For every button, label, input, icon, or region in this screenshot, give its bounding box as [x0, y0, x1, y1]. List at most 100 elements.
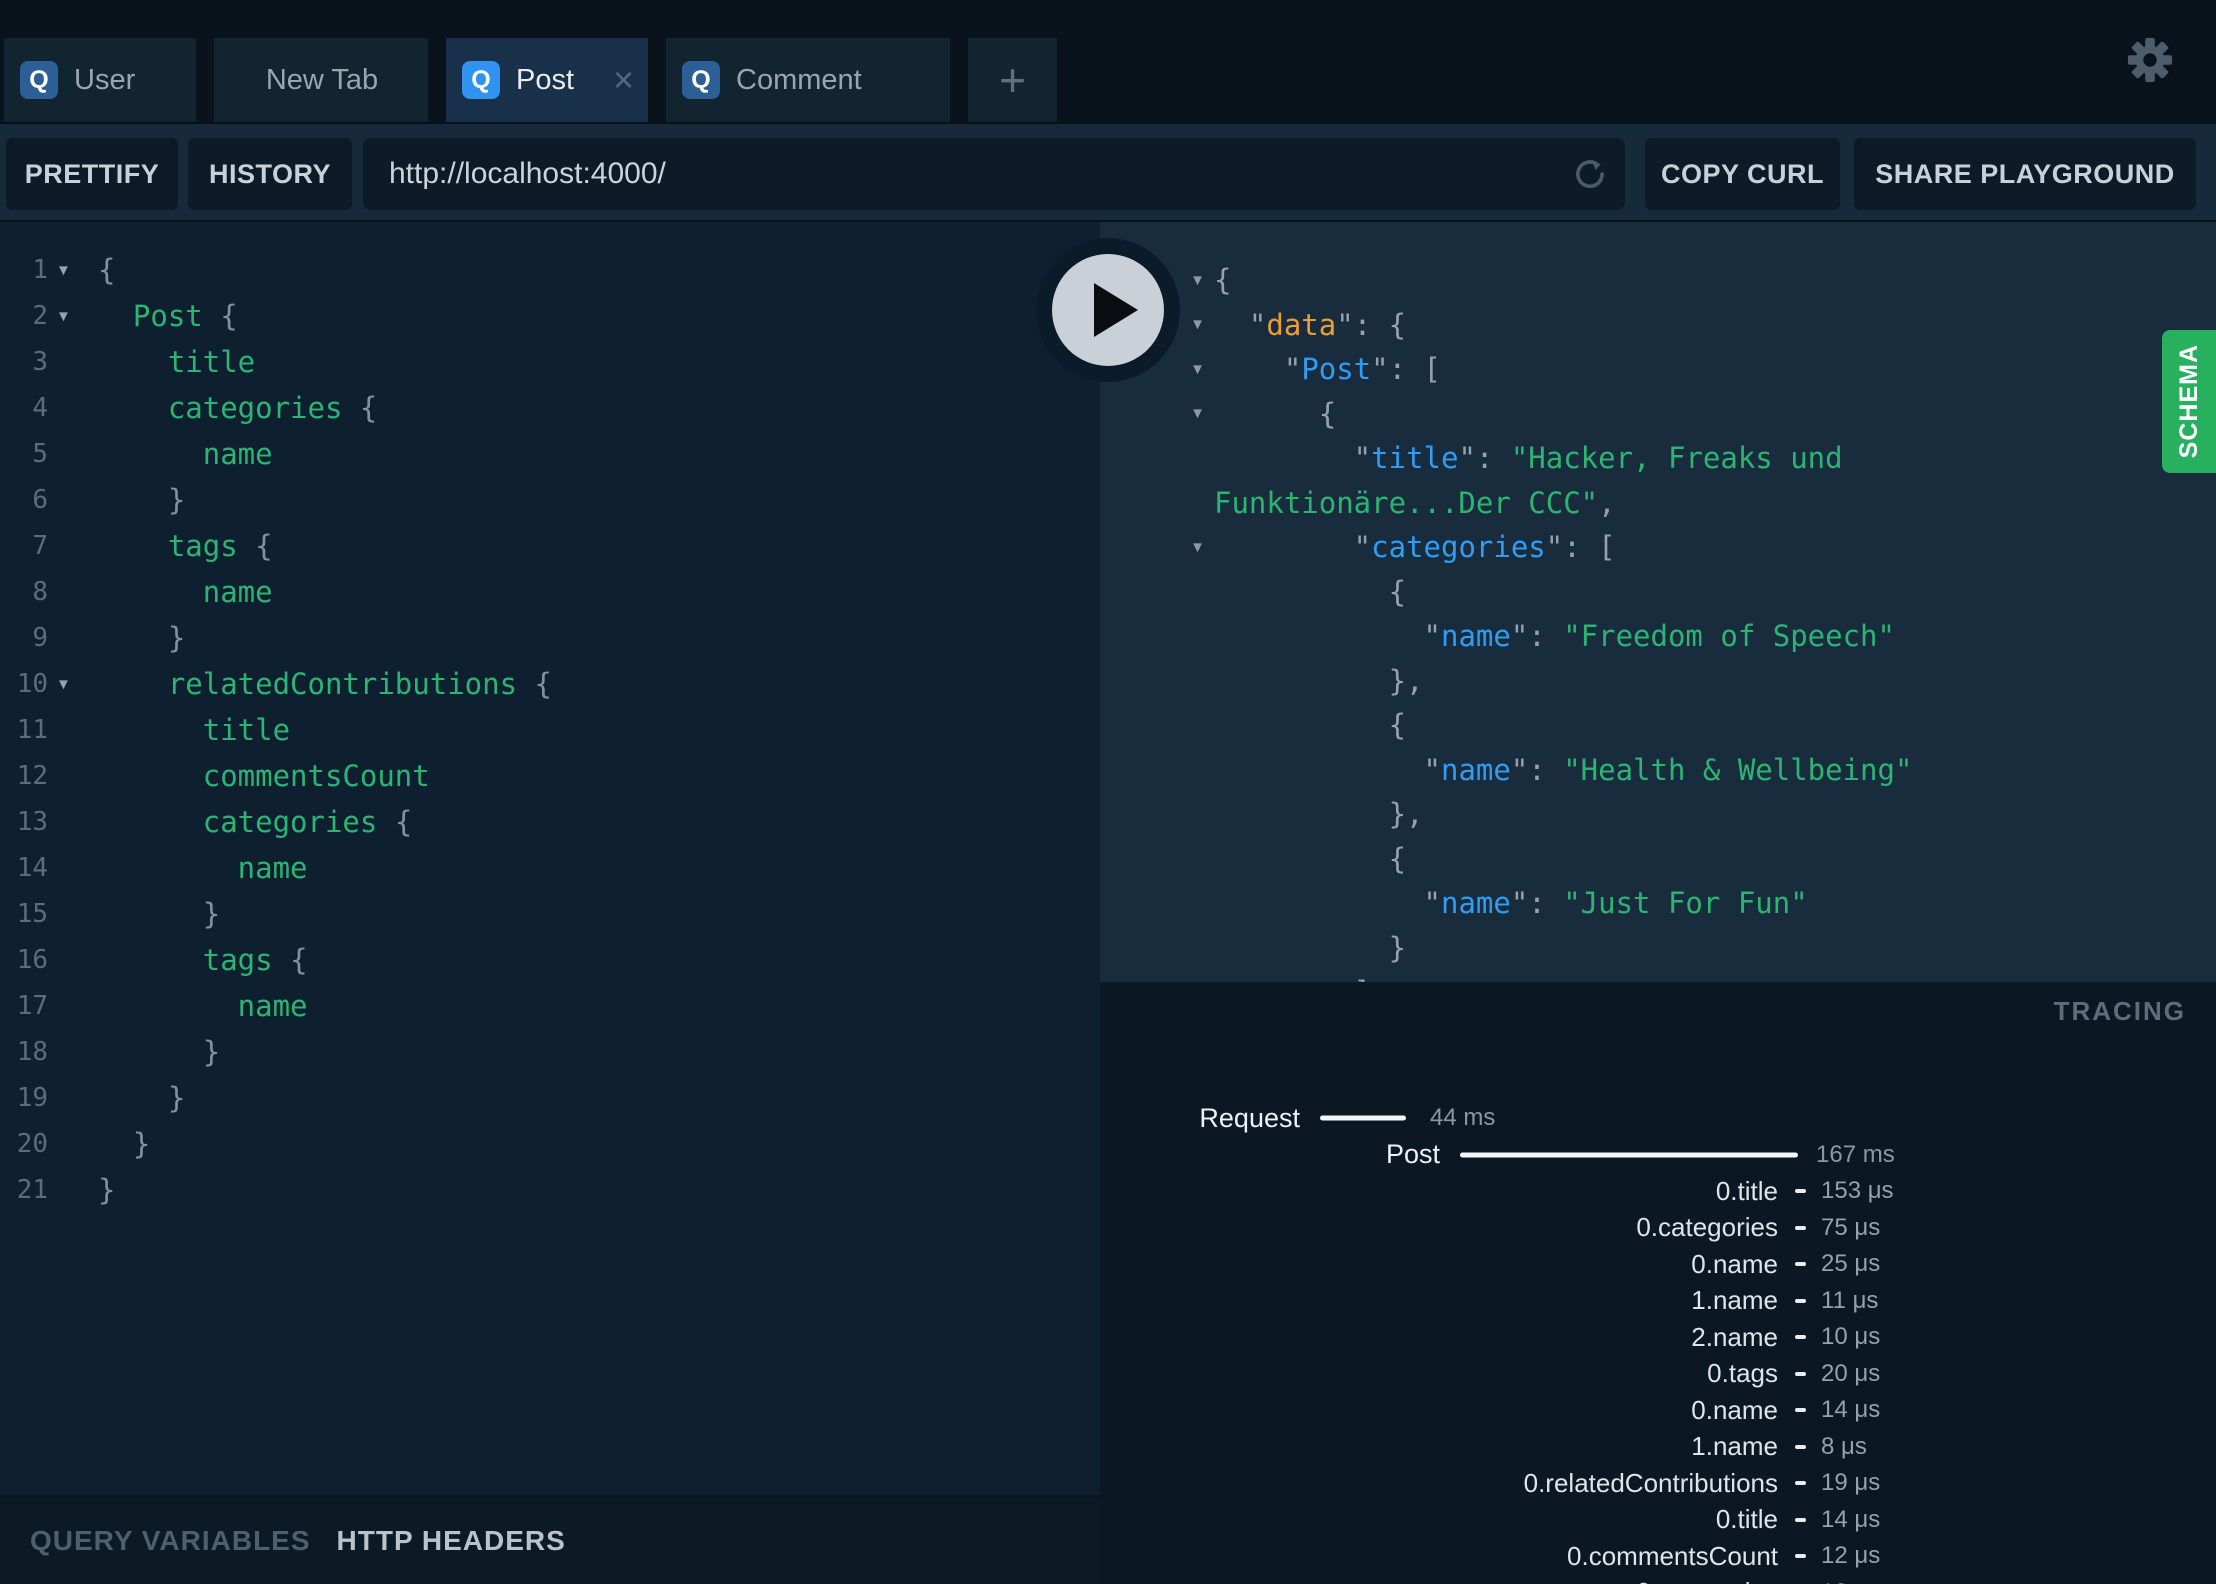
trace-field-bar [1795, 1189, 1806, 1194]
editor-line: 10 ▼ relatedContributions { [0, 661, 1100, 707]
line-number: 1 [32, 255, 48, 285]
editor-bottom-bar: QUERY VARIABLES HTTP HEADERS [0, 1495, 1100, 1584]
line-number: 4 [32, 393, 48, 423]
response-code: { [1214, 708, 1407, 743]
new-tab-button[interactable]: + [968, 38, 1057, 122]
trace-field-duration: 10 μs [1821, 1323, 1881, 1351]
editor-line: 4 categories { [0, 385, 1100, 431]
close-tab-icon[interactable]: × [591, 62, 634, 98]
response-code: "name": "Just For Fun" [1214, 886, 1808, 921]
response-line: ▼ "data": { [1100, 303, 2216, 348]
trace-field-duration: 8 μs [1821, 1432, 1867, 1460]
http-headers-tab[interactable]: HTTP HEADERS [337, 1525, 566, 1557]
tab-comment[interactable]: Q Comment [666, 38, 950, 122]
trace-span-label: Post [1385, 1139, 1440, 1170]
collapse-arrow-icon[interactable]: ▼ [1100, 539, 1214, 556]
response-lines: ▼{▼ "data": {▼ "Post": [▼ { "title": "Ha… [1100, 222, 2216, 982]
line-number: 5 [32, 439, 48, 469]
trace-field-bar [1795, 1262, 1806, 1267]
toolbar: PRETTIFY HISTORY COPY CURL SHARE PLAYGRO… [0, 122, 2216, 222]
line-number: 10 [16, 669, 48, 699]
editor-line: 7 tags { [0, 523, 1100, 569]
line-number: 9 [32, 623, 48, 653]
editor-code: tags { [98, 943, 308, 977]
line-number: 21 [16, 1175, 48, 1205]
line-number: 19 [16, 1083, 48, 1113]
editor-code: } [98, 621, 186, 655]
trace-field-row: 0.commentsCount 12 μs [1100, 1538, 2216, 1575]
response-code: ] [1214, 975, 1371, 982]
line-number: 2 [32, 301, 48, 331]
tracing-panel: TRACING Request 44 ms Post 167 ms 0.title 153… [1100, 982, 2216, 1584]
editor-code: name [98, 437, 273, 471]
trace-span-bar [1460, 1152, 1798, 1158]
settings-gear-icon[interactable] [2127, 37, 2173, 83]
trace-field-duration: 153 μs [1821, 1177, 1894, 1205]
line-number: 7 [32, 531, 48, 561]
fold-arrow-icon[interactable]: ▼ [48, 308, 98, 325]
editor-code: tags { [98, 529, 273, 563]
trace-span-label: Request [1199, 1102, 1300, 1133]
response-code: } [1214, 930, 1407, 965]
trace-field-bar [1795, 1481, 1806, 1486]
editor-code: categories { [98, 805, 413, 839]
editor-line: 19 } [0, 1075, 1100, 1121]
line-number: 6 [32, 485, 48, 515]
query-type-badge: Q [682, 61, 720, 99]
trace-field-row: 0.tags 20 μs [1100, 1356, 2216, 1393]
response-code: { [1214, 841, 1407, 876]
trace-field-duration: 13 μs [1821, 1579, 1880, 1584]
query-editor-pane[interactable]: 1 ▼{2 ▼ Post {3 title 4 categories {5 name 6… [0, 222, 1100, 1495]
tab-new-tab[interactable]: New Tab [214, 38, 428, 122]
share-playground-button[interactable]: SHARE PLAYGROUND [1854, 138, 2196, 210]
response-line: "title": "Hacker, Freaks und [1100, 436, 2216, 481]
tab-user[interactable]: Q User [4, 38, 196, 122]
trace-field-label: 0.commentsCount [1567, 1540, 1778, 1571]
trace-field-bar [1795, 1298, 1806, 1303]
query-variables-tab[interactable]: QUERY VARIABLES [30, 1525, 311, 1557]
fold-arrow-icon[interactable]: ▼ [48, 676, 98, 693]
editor-code: } [98, 1081, 186, 1115]
collapse-arrow-icon[interactable]: ▼ [1100, 405, 1214, 422]
tab-bar: Q User New Tab Q Post × Q Comment + [0, 0, 2216, 122]
endpoint-url-input[interactable] [363, 138, 1625, 210]
response-code: "Post": [ [1214, 352, 1442, 387]
tracing-rows: Request 44 ms Post 167 ms 0.title 153 μs 0.cat… [1100, 1100, 2216, 1584]
reload-schema-icon[interactable] [1571, 155, 1609, 193]
tab-label: Post [516, 63, 575, 96]
trace-field-row: 0.categories 13 μs [1100, 1575, 2216, 1584]
tab-bar-tabs: Q User New Tab Q Post × Q Comment + [4, 38, 1057, 122]
response-line: ▼ { [1100, 392, 2216, 437]
editor-line: 13 categories { [0, 799, 1100, 845]
editor-line: 6 } [0, 477, 1100, 523]
trace-span-duration: 167 ms [1816, 1140, 1895, 1168]
tab-post[interactable]: Q Post × [446, 38, 648, 122]
trace-span-row: Post 167 ms [1100, 1137, 2216, 1174]
line-number: 11 [16, 715, 48, 745]
editor-code: } [98, 483, 186, 517]
trace-field-bar [1795, 1408, 1806, 1413]
tab-label: Comment [736, 63, 862, 96]
editor-line: 21} [0, 1167, 1100, 1213]
response-line: ▼ "categories": [ [1100, 525, 2216, 570]
tracing-panel-title: TRACING [2053, 996, 2186, 1026]
response-code: { [1214, 396, 1337, 431]
trace-field-row: 0.name 25 μs [1100, 1246, 2216, 1283]
execute-query-button[interactable] [1036, 238, 1180, 382]
prettify-button[interactable]: PRETTIFY [6, 138, 178, 210]
editor-line: 11 title [0, 707, 1100, 753]
trace-field-label: 0.title [1715, 1175, 1778, 1206]
editor-line: 12 commentsCount [0, 753, 1100, 799]
fold-arrow-icon[interactable]: ▼ [48, 262, 98, 279]
history-button[interactable]: HISTORY [188, 138, 352, 210]
editor-code: name [98, 989, 308, 1023]
response-line: ▼{ [1100, 258, 2216, 303]
copy-curl-button[interactable]: COPY CURL [1645, 138, 1840, 210]
trace-field-duration: 75 μs [1821, 1213, 1881, 1241]
schema-side-tab[interactable]: SCHEMA [2162, 330, 2216, 473]
editor-line: 20 } [0, 1121, 1100, 1167]
trace-field-bar [1795, 1225, 1806, 1230]
response-code: { [1214, 574, 1407, 609]
editor-code: title [98, 345, 256, 379]
trace-field-row: 1.name 8 μs [1100, 1429, 2216, 1466]
